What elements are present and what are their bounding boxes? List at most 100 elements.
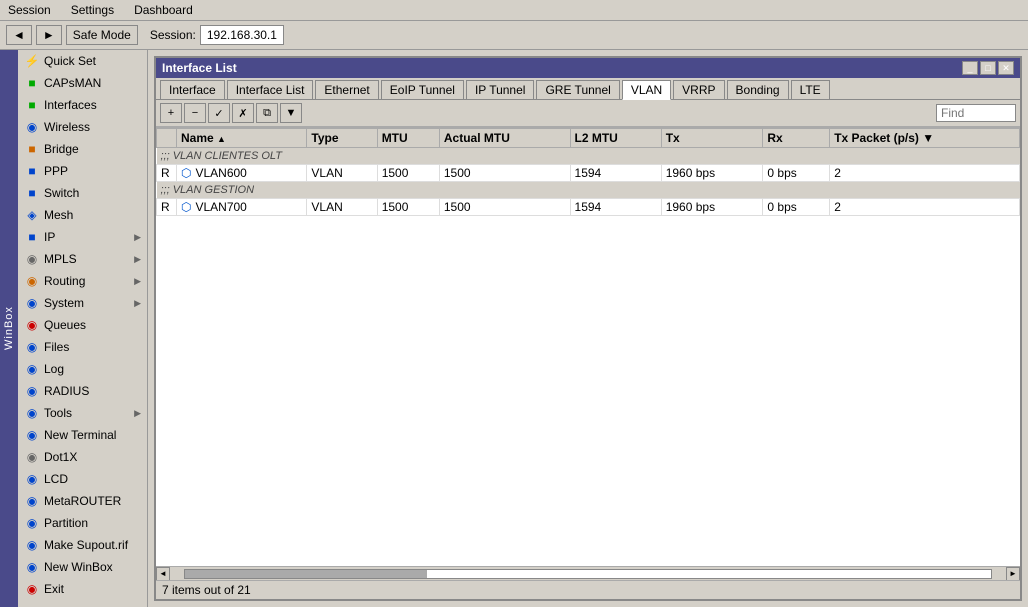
menu-session[interactable]: Session bbox=[4, 2, 55, 18]
tab-lte[interactable]: LTE bbox=[791, 80, 830, 99]
partition-icon: ◉ bbox=[24, 515, 40, 531]
sidebar: ⚡ Quick Set ■ CAPsMAN ■ Interfaces ◉ Wir… bbox=[18, 50, 148, 607]
radius-icon: ◉ bbox=[24, 383, 40, 399]
new-winbox-icon: ◉ bbox=[24, 559, 40, 575]
menu-settings[interactable]: Settings bbox=[67, 2, 118, 18]
col-type[interactable]: Type bbox=[307, 129, 377, 148]
mpls-icon: ◉ bbox=[24, 251, 40, 267]
main-layout: WinBox ⚡ Quick Set ■ CAPsMAN ■ Interface… bbox=[0, 50, 1028, 607]
system-arrow: ▶ bbox=[134, 298, 141, 309]
sidebar-item-queues[interactable]: ◉ Queues bbox=[18, 314, 147, 336]
add-button[interactable]: + bbox=[160, 103, 182, 123]
sidebar-item-ppp[interactable]: ■ PPP bbox=[18, 160, 147, 182]
sidebar-item-interfaces[interactable]: ■ Interfaces bbox=[18, 94, 147, 116]
sidebar-item-exit[interactable]: ◉ Exit bbox=[18, 578, 147, 600]
tab-ip-tunnel[interactable]: IP Tunnel bbox=[466, 80, 534, 99]
sidebar-label-bridge: Bridge bbox=[44, 142, 79, 156]
disable-button[interactable]: ✗ bbox=[232, 103, 254, 123]
section-header-clientes-olt: ;;; VLAN CLIENTES OLT bbox=[157, 148, 1020, 165]
ip-icon: ■ bbox=[24, 229, 40, 245]
row-txp-vlan600: 2 bbox=[830, 165, 1020, 182]
sidebar-label-routing: Routing bbox=[44, 274, 85, 288]
tab-ethernet[interactable]: Ethernet bbox=[315, 80, 378, 99]
tab-interface[interactable]: Interface bbox=[160, 80, 225, 99]
find-input[interactable] bbox=[936, 104, 1016, 122]
sidebar-item-quick-set[interactable]: ⚡ Quick Set bbox=[18, 50, 147, 72]
metarouter-icon: ◉ bbox=[24, 493, 40, 509]
col-flag[interactable] bbox=[157, 129, 177, 148]
sidebar-item-make-supout[interactable]: ◉ Make Supout.rif bbox=[18, 534, 147, 556]
sidebar-label-new-winbox: New WinBox bbox=[44, 560, 113, 574]
table-row[interactable]: R ⬡VLAN600 VLAN 1500 1500 1594 1960 bps … bbox=[157, 165, 1020, 182]
tab-bonding[interactable]: Bonding bbox=[727, 80, 789, 99]
sidebar-item-metarouter[interactable]: ◉ MetaROUTER bbox=[18, 490, 147, 512]
sidebar-item-mpls[interactable]: ◉ MPLS ▶ bbox=[18, 248, 147, 270]
sidebar-item-system[interactable]: ◉ System ▶ bbox=[18, 292, 147, 314]
remove-button[interactable]: − bbox=[184, 103, 206, 123]
mesh-icon: ◈ bbox=[24, 207, 40, 223]
close-button[interactable]: ✕ bbox=[998, 61, 1014, 75]
sidebar-item-bridge[interactable]: ■ Bridge bbox=[18, 138, 147, 160]
sidebar-item-log[interactable]: ◉ Log bbox=[18, 358, 147, 380]
col-l2-mtu[interactable]: L2 MTU bbox=[570, 129, 661, 148]
tab-bar: Interface Interface List Ethernet EoIP T… bbox=[156, 78, 1020, 100]
tab-interface-list[interactable]: Interface List bbox=[227, 80, 314, 99]
maximize-button[interactable]: □ bbox=[980, 61, 996, 75]
tab-vlan[interactable]: VLAN bbox=[622, 80, 671, 100]
sidebar-item-mesh[interactable]: ◈ Mesh bbox=[18, 204, 147, 226]
sidebar-item-radius[interactable]: ◉ RADIUS bbox=[18, 380, 147, 402]
enable-button[interactable]: ✓ bbox=[208, 103, 230, 123]
winbox-label: WinBox bbox=[0, 50, 18, 607]
tab-eoip-tunnel[interactable]: EoIP Tunnel bbox=[381, 80, 464, 99]
safe-mode-button[interactable]: Safe Mode bbox=[66, 25, 138, 45]
routing-arrow: ▶ bbox=[134, 276, 141, 287]
tab-vrrp[interactable]: VRRP bbox=[673, 80, 724, 99]
copy-button[interactable]: ⧉ bbox=[256, 103, 278, 123]
wireless-icon: ◉ bbox=[24, 119, 40, 135]
sidebar-label-queues: Queues bbox=[44, 318, 86, 332]
col-tx-packet[interactable]: Tx Packet (p/s) ▼ bbox=[830, 129, 1020, 148]
minimize-button[interactable]: _ bbox=[962, 61, 978, 75]
sidebar-label-partition: Partition bbox=[44, 516, 88, 530]
sidebar-item-partition[interactable]: ◉ Partition bbox=[18, 512, 147, 534]
col-name[interactable]: Name ▲ bbox=[177, 129, 307, 148]
tools-icon: ◉ bbox=[24, 405, 40, 421]
sidebar-label-mpls: MPLS bbox=[44, 252, 77, 266]
col-actual-mtu[interactable]: Actual MTU bbox=[439, 129, 570, 148]
menu-dashboard[interactable]: Dashboard bbox=[130, 2, 197, 18]
col-menu-icon[interactable]: ▼ bbox=[922, 131, 934, 145]
sidebar-item-wireless[interactable]: ◉ Wireless bbox=[18, 116, 147, 138]
back-button[interactable]: ◄ bbox=[6, 25, 32, 45]
row-actual-mtu-vlan600: 1500 bbox=[439, 165, 570, 182]
sidebar-item-dot1x[interactable]: ◉ Dot1X bbox=[18, 446, 147, 468]
sidebar-label-capsman: CAPsMAN bbox=[44, 76, 101, 90]
sidebar-label-radius: RADIUS bbox=[44, 384, 89, 398]
sidebar-item-capsman[interactable]: ■ CAPsMAN bbox=[18, 72, 147, 94]
sidebar-item-ip[interactable]: ■ IP ▶ bbox=[18, 226, 147, 248]
sidebar-item-new-terminal[interactable]: ◉ New Terminal bbox=[18, 424, 147, 446]
scroll-track[interactable] bbox=[184, 569, 992, 579]
interface-list-window: Interface List _ □ ✕ Interface Interface… bbox=[154, 56, 1022, 601]
col-tx[interactable]: Tx bbox=[661, 129, 763, 148]
row-tx-vlan600: 1960 bps bbox=[661, 165, 763, 182]
row-l2mtu-vlan600: 1594 bbox=[570, 165, 661, 182]
sidebar-item-lcd[interactable]: ◉ LCD bbox=[18, 468, 147, 490]
col-rx[interactable]: Rx bbox=[763, 129, 830, 148]
tab-gre-tunnel[interactable]: GRE Tunnel bbox=[536, 80, 619, 99]
forward-button[interactable]: ► bbox=[36, 25, 62, 45]
table-row[interactable]: R ⬡VLAN700 VLAN 1500 1500 1594 1960 bps … bbox=[157, 199, 1020, 216]
sidebar-item-tools[interactable]: ◉ Tools ▶ bbox=[18, 402, 147, 424]
sidebar-item-files[interactable]: ◉ Files bbox=[18, 336, 147, 358]
sidebar-label-log: Log bbox=[44, 362, 64, 376]
col-mtu[interactable]: MTU bbox=[377, 129, 439, 148]
sidebar-item-switch[interactable]: ■ Switch bbox=[18, 182, 147, 204]
row-actual-mtu-vlan700: 1500 bbox=[439, 199, 570, 216]
sidebar-item-new-winbox[interactable]: ◉ New WinBox bbox=[18, 556, 147, 578]
row-rx-vlan700: 0 bps bbox=[763, 199, 830, 216]
filter-button[interactable]: ▼ bbox=[280, 103, 302, 123]
window-controls: _ □ ✕ bbox=[962, 61, 1014, 75]
sidebar-item-routing[interactable]: ◉ Routing ▶ bbox=[18, 270, 147, 292]
scroll-thumb[interactable] bbox=[185, 570, 427, 578]
scroll-left-button[interactable]: ◄ bbox=[156, 567, 170, 581]
scroll-right-button[interactable]: ► bbox=[1006, 567, 1020, 581]
